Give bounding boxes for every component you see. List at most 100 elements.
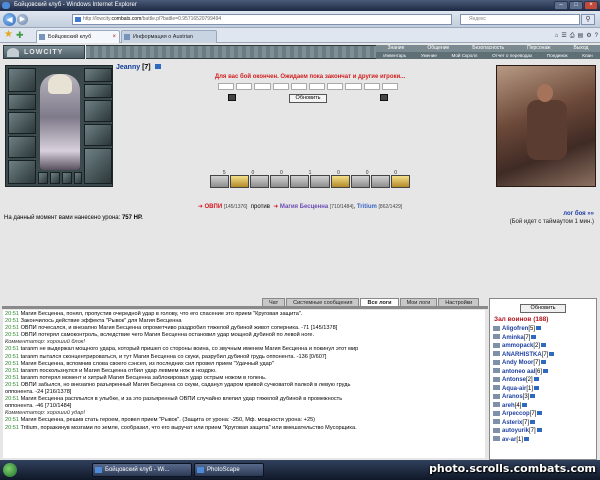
warrior-item[interactable]: Aqua-air[1] [493,385,597,394]
info-icon[interactable] [524,436,530,441]
skill-icon[interactable] [210,175,230,188]
warrior-item[interactable]: antoneo aal[6] [493,368,597,377]
info-icon[interactable] [522,402,528,407]
refresh-button[interactable]: Обновить [289,94,327,103]
info-icon[interactable] [536,428,542,433]
page-menu-icon[interactable]: ▤ [578,31,584,41]
equipment-slot-misc[interactable] [74,172,82,184]
warrior-item[interactable]: Asterix[7] [493,419,597,428]
tab-all-logs[interactable]: Все логи [360,298,399,306]
warrior-item[interactable]: Aminka[7] [493,334,597,343]
menu-item-exit[interactable]: Выход [574,45,589,52]
maximize-button[interactable]: □ [569,1,583,10]
equipment-slot-necklace[interactable] [84,84,112,98]
equipment-slot-weapon[interactable] [8,112,36,134]
menu-item-my-scroll[interactable]: Мой Скролл [451,52,477,59]
favorites-star-icon[interactable]: ★ [4,30,13,40]
menu-item-clan[interactable]: Клан [582,52,592,59]
warrior-item[interactable]: av-ar[1] [493,436,597,445]
info-icon[interactable] [536,326,542,331]
search-button[interactable]: ⚲ [581,14,595,25]
site-logo[interactable]: LOWCITY [3,45,85,59]
menu-item-inventory[interactable]: Инвентарь [383,52,406,59]
skill-icon[interactable] [330,175,350,188]
info-icon[interactable] [537,411,543,416]
warrior-item[interactable]: ANARHISTKA[7] [493,351,597,360]
warrior-item[interactable]: Arpeccop[7] [493,410,597,419]
skill-icon[interactable] [270,175,290,188]
fighter-2[interactable]: Магия Бесценна [280,204,328,210]
warrior-item[interactable]: Aligofren[5] [493,325,597,334]
back-button[interactable]: ◀ [3,13,16,26]
skill-icon[interactable] [350,175,370,188]
arrow-left-icon[interactable] [228,94,236,101]
info-icon[interactable] [533,377,539,382]
taskbar-item-photoscape[interactable]: PhotoScape [194,463,264,477]
equipment-slot-belt[interactable] [8,160,36,184]
warriors-refresh-button[interactable]: Обновить [520,304,566,313]
tab-close-icon[interactable]: × [112,31,116,43]
tab-settings[interactable]: Настройки [438,298,480,306]
fighter-1[interactable]: ОВПИ [205,204,223,210]
info-icon[interactable] [534,385,540,390]
player-name[interactable]: Jeanny [7] [116,64,161,71]
warrior-item[interactable]: Aranos[3] [493,393,597,402]
search-input[interactable]: Яндекс [460,14,580,25]
menu-item-transfers[interactable]: Отчет о переводах [492,52,532,59]
info-icon[interactable] [531,334,537,339]
skill-icon[interactable] [250,175,270,188]
forward-button[interactable]: ▶ [17,14,28,25]
log-divider[interactable] [2,306,488,309]
warrior-item[interactable]: Antonse[2] [493,376,597,385]
equipment-slot-shield[interactable] [84,124,112,146]
equipment-slot-earrings[interactable] [84,68,112,82]
info-icon[interactable] [549,351,555,356]
menu-item-knowledge[interactable]: Знание [387,45,404,52]
add-favorite-icon[interactable]: ✚ [16,30,24,40]
tools-menu-icon[interactable]: ⚙ [586,31,591,41]
info-flag-icon[interactable] [154,64,161,69]
equipment-slot-ring-2[interactable] [50,172,60,184]
skill-icon[interactable] [390,175,410,188]
address-bar[interactable]: http://lowcity.combats.com/battle.pl?bat… [72,14,452,25]
start-button[interactable] [3,463,17,477]
taskbar-item-ie[interactable]: Бойцовский клуб - Wi... [92,463,192,477]
tab-fight-club[interactable]: Бойцовский клуб × [36,30,120,43]
tab-chat[interactable]: Чат [262,298,286,306]
warrior-item[interactable]: ammopack[2] [493,342,597,351]
info-icon[interactable] [541,343,547,348]
equipment-slot-ring-1[interactable] [38,172,48,184]
skill-icon[interactable] [310,175,330,188]
fighter-3[interactable]: Tritium [357,204,377,210]
tab-my-logs[interactable]: Мои логи [399,298,438,306]
feeds-icon[interactable]: ☰ [561,31,566,41]
minimize-button[interactable]: – [554,1,568,10]
close-button[interactable]: × [584,1,598,10]
equipment-slot-armor[interactable] [8,136,36,158]
arrow-right-icon[interactable] [380,94,388,101]
tab-system-messages[interactable]: Системные сообщения [286,298,360,306]
warrior-item[interactable]: areh[4] [493,402,597,411]
menu-item-communication[interactable]: Общение [427,45,449,52]
tab-info-austrian[interactable]: Информация о Austrian [121,30,217,43]
skill-icon[interactable] [290,175,310,188]
menu-item-character[interactable]: Персонаж [527,45,550,52]
warrior-item[interactable]: Andy Moor[7] [493,359,597,368]
warrior-item[interactable]: autoyurik[7] [493,427,597,436]
info-icon[interactable] [530,419,536,424]
menu-item-duel[interactable]: Поединок [547,52,568,59]
help-icon[interactable]: ? [595,31,598,41]
info-icon[interactable] [530,394,536,399]
equipment-slot-boots[interactable] [84,148,112,184]
equipment-slot-gloves[interactable] [84,100,112,122]
print-icon[interactable]: ⎙ [570,31,575,41]
battle-log-link[interactable]: лог боя »» [563,211,594,217]
equipment-slot-helmet[interactable] [8,68,36,92]
equipment-slot-ring-3[interactable] [62,172,72,184]
skill-icon[interactable] [230,175,250,188]
equipment-slot-amulet[interactable] [8,94,36,110]
info-icon[interactable] [541,360,547,365]
skill-icon[interactable] [370,175,390,188]
menu-item-security[interactable]: Безопасность [472,45,504,52]
menu-item-skills[interactable]: Умение [421,52,437,59]
